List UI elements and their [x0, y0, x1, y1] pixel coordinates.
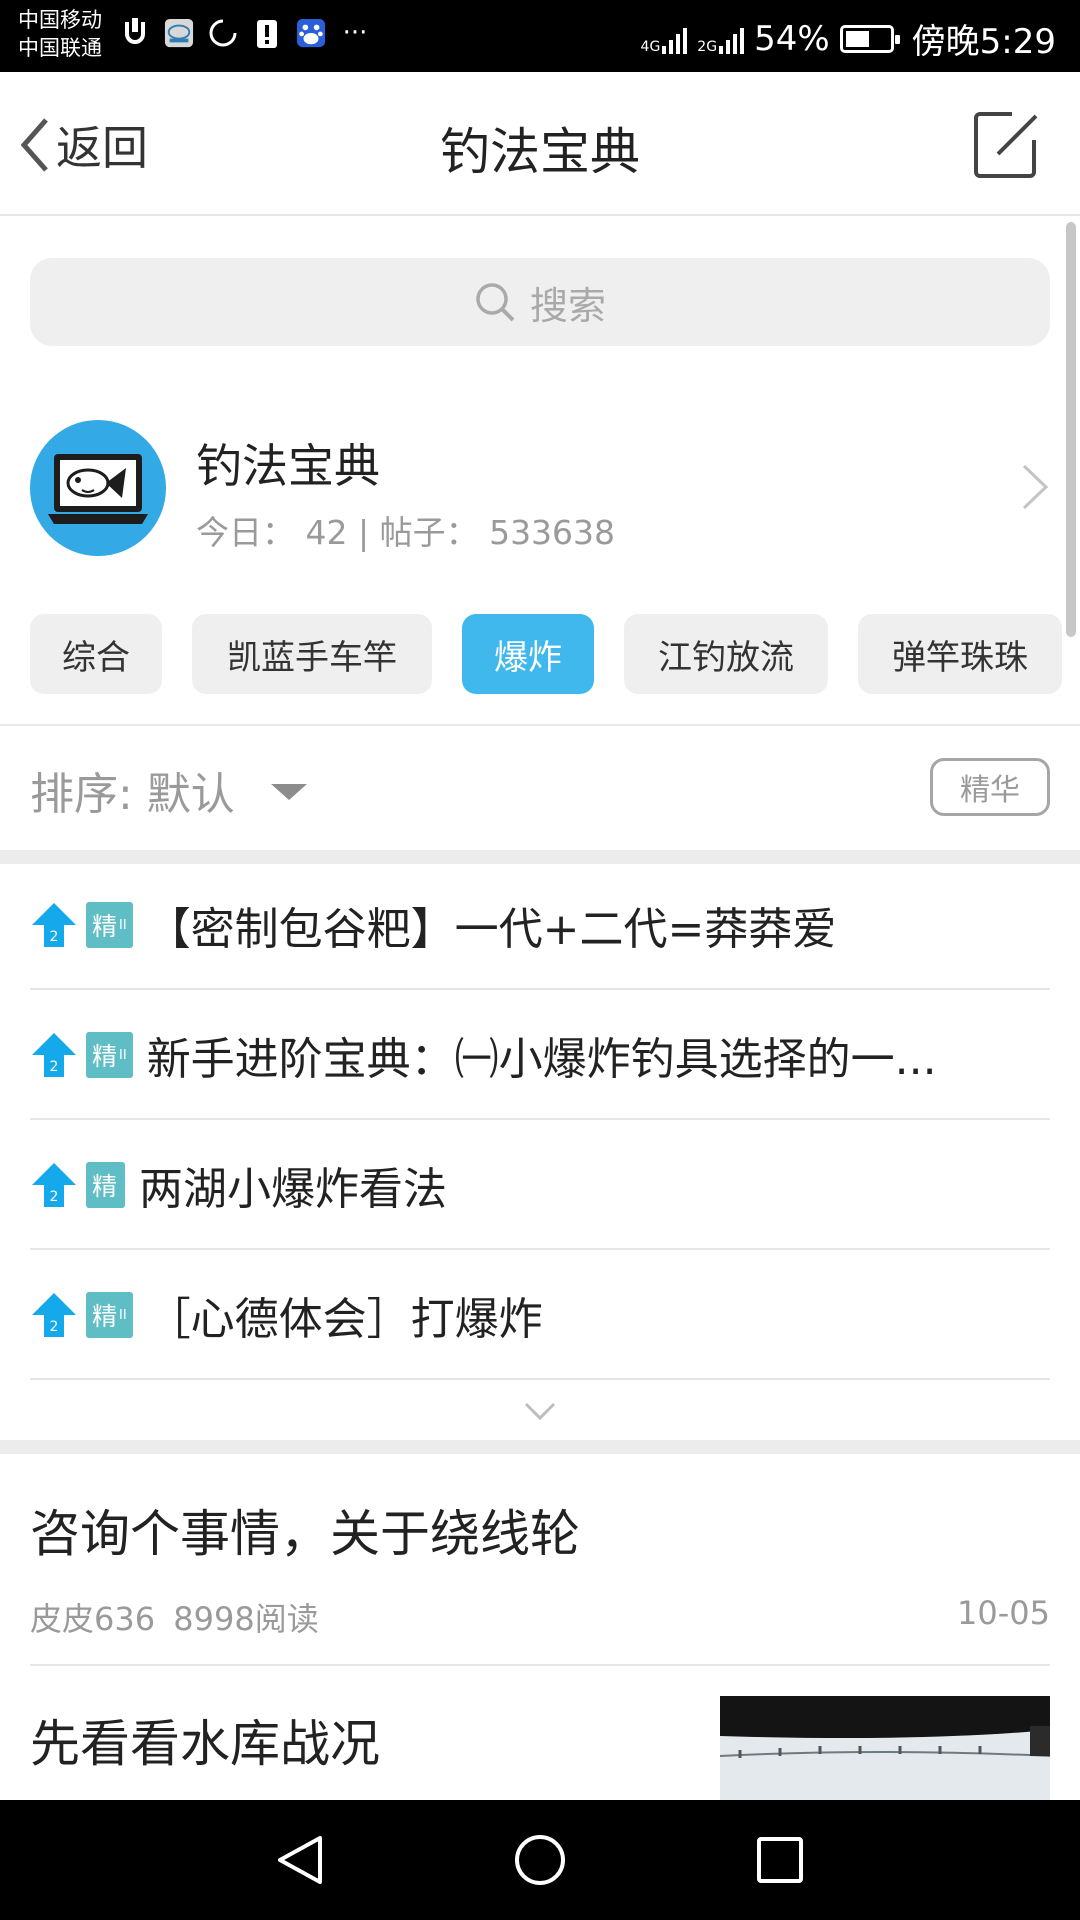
notification-icons: ··· [120, 16, 370, 50]
svg-text:2: 2 [50, 1319, 59, 1335]
pinned-top-icon: 2 [32, 1293, 76, 1337]
page-title: 钓法宝典 [440, 123, 640, 181]
pinned-top-icon: 2 [32, 1163, 76, 1207]
status-right: 4G 2G 54% 傍晚5:29 [641, 14, 1056, 63]
featured-badge: 精 II [86, 1032, 133, 1078]
network-type-2: 2G [697, 38, 718, 55]
clock: 傍晚5:29 [911, 22, 1056, 62]
carrier-labels: 中国移动 中国联通 [18, 6, 102, 62]
tab-jiangdiao[interactable]: 江钓放流 [624, 614, 828, 694]
battery-percent: 54% [754, 18, 830, 59]
pinned-item[interactable]: 2 精 II 【密制包谷粑】一代+二代=莽莽爱 [30, 862, 1050, 990]
carrier-1: 中国移动 [18, 8, 102, 32]
category-tabs: 综合 凯蓝手车竿 爆炸 江钓放流 弹竿珠珠 [30, 614, 1062, 694]
pinned-title: 两湖小爆炸看法 [139, 1164, 448, 1215]
sort-label: 排序: 默认 [30, 769, 235, 820]
app-header: 返回 钓法宝典 [0, 72, 1080, 216]
post-title: 咨询个事情，关于绕线轮 [30, 1505, 580, 1563]
nav-recents-icon[interactable] [750, 1830, 810, 1890]
network-type-1: 4G [640, 38, 661, 55]
search-bar[interactable]: 搜索 [30, 258, 1050, 346]
section-divider [0, 1440, 1080, 1454]
signal-2g: 2G [697, 24, 745, 55]
more-notifications: ··· [342, 18, 368, 48]
search-icon [476, 283, 515, 322]
svg-text:2: 2 [50, 1189, 59, 1205]
svg-text:2: 2 [50, 1059, 59, 1075]
post-item[interactable]: 先看看水库战况 [30, 1668, 1050, 1800]
laptop-fish-icon [48, 454, 148, 524]
featured-badge: 精 [86, 1162, 126, 1208]
pinned-top-icon: 2 [32, 1033, 76, 1077]
post-meta: 皮皮636 8998阅读 [30, 1594, 319, 1640]
post-title: 先看看水库战况 [30, 1715, 380, 1773]
carrier-2: 中国联通 [18, 36, 102, 60]
svg-text:2: 2 [50, 929, 59, 945]
post-reads: 8998阅读 [173, 1600, 319, 1638]
tab-kailan[interactable]: 凯蓝手车竿 [192, 614, 432, 694]
system-nav-bar [0, 1800, 1080, 1920]
signal-4g: 4G [641, 24, 688, 54]
expand-more-button[interactable] [522, 1400, 558, 1422]
alert-icon [252, 16, 282, 50]
signal-bars-icon [662, 24, 688, 54]
pinned-title: ［心德体会］打爆炸 [146, 1294, 543, 1345]
usb-icon [120, 16, 150, 50]
pinned-title: 【密制包谷粑】一代+二代=莽莽爱 [146, 904, 837, 955]
battery-icon [839, 24, 900, 53]
pinned-top-icon: 2 [32, 903, 76, 947]
pinned-item[interactable]: 2 精 II ［心德体会］打爆炸 [30, 1252, 1050, 1380]
post-date: 10-05 [957, 1594, 1050, 1632]
featured-badge: 精 II [86, 1292, 133, 1338]
forum-avatar [30, 420, 166, 556]
caret-down-icon [270, 784, 307, 800]
forum-name: 钓法宝典 [196, 439, 380, 493]
sync-icon [208, 16, 238, 50]
status-bar: 中国移动 中国联通 ··· 4G 2G 54% 傍晚5:29 [0, 0, 1080, 72]
signal-bars-icon [719, 24, 745, 54]
tab-zonghe[interactable]: 综合 [30, 614, 162, 694]
post-thumbnail [720, 1696, 1050, 1800]
pinned-item[interactable]: 2 精 II 新手进阶宝典：㈠小爆炸钓具选择的一... [30, 992, 1050, 1120]
divider [0, 724, 1080, 726]
compose-button[interactable] [972, 108, 1042, 180]
post-author: 皮皮636 [30, 1600, 156, 1638]
pinned-item[interactable]: 2 精 两湖小爆炸看法 [30, 1122, 1050, 1250]
compose-icon [974, 112, 1038, 178]
post-item[interactable]: 咨询个事情，关于绕线轮 皮皮636 8998阅读 10-05 [30, 1454, 1050, 1666]
tab-tangan[interactable]: 弹竿珠珠 [858, 614, 1062, 694]
sort-dropdown[interactable]: 排序: 默认 [30, 758, 307, 822]
forum-stats: 今日： 42 | 帖子： 533638 [196, 513, 616, 552]
search-placeholder: 搜索 [529, 283, 606, 328]
nav-home-icon[interactable] [510, 1830, 570, 1890]
featured-filter-button[interactable]: 精华 [930, 758, 1050, 816]
chevron-right-icon [1022, 464, 1049, 510]
forum-info-card[interactable]: 钓法宝典 今日： 42 | 帖子： 533638 [0, 400, 1080, 580]
baidu-icon [296, 16, 326, 50]
nav-back-icon[interactable] [270, 1830, 330, 1890]
tab-baozha[interactable]: 爆炸 [462, 614, 594, 694]
pinned-title: 新手进阶宝典：㈠小爆炸钓具选择的一... [146, 1034, 937, 1085]
featured-badge: 精 II [86, 902, 133, 948]
app-notification-icon [164, 16, 194, 50]
